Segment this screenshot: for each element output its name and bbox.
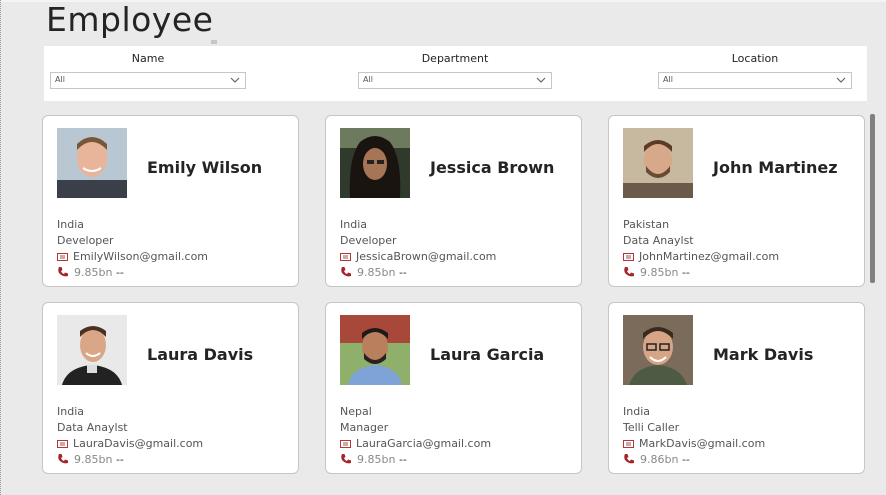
chevron-down-icon xyxy=(230,77,240,83)
employee-email[interactable]: LauraGarcia@gmail.com xyxy=(356,437,491,450)
employee-phone: 9.85bn xyxy=(74,266,113,279)
employee-phone-suffix: -- xyxy=(398,453,407,466)
filter-label: Location xyxy=(731,52,779,65)
employee-email-row: JohnMartinez@gmail.com xyxy=(623,250,779,263)
employee-card[interactable]: Jessica Brown India Developer JessicaBro… xyxy=(325,115,582,287)
chevron-down-icon xyxy=(536,77,546,83)
employee-email-row: JessicaBrown@gmail.com xyxy=(340,250,496,263)
employee-phone-suffix: -- xyxy=(115,266,124,279)
employee-email[interactable]: LauraDavis@gmail.com xyxy=(73,437,203,450)
employee-phone: 9.85bn xyxy=(357,453,396,466)
employee-country: India xyxy=(57,405,84,418)
employee-email-row: LauraGarcia@gmail.com xyxy=(340,437,491,450)
email-icon xyxy=(623,253,634,261)
filter-panel: Name All Department All Location All xyxy=(44,46,867,101)
employee-email[interactable]: MarkDavis@gmail.com xyxy=(639,437,765,450)
employee-country: Pakistan xyxy=(623,218,670,231)
employee-email-row: MarkDavis@gmail.com xyxy=(623,437,765,450)
employee-card[interactable]: Mark Davis India Telli Caller MarkDavis@… xyxy=(608,302,865,474)
employee-card[interactable]: Laura Garcia Nepal Manager LauraGarcia@g… xyxy=(325,302,582,474)
employee-name: Laura Davis xyxy=(147,345,254,364)
phone-icon xyxy=(341,267,351,277)
employee-phone: 9.85bn xyxy=(74,453,113,466)
scrollbar[interactable] xyxy=(870,114,875,283)
dropdown-value: All xyxy=(663,75,673,84)
employee-email-row: LauraDavis@gmail.com xyxy=(57,437,203,450)
filter-label: Name xyxy=(131,52,165,65)
employee-photo xyxy=(57,128,127,198)
employee-photo xyxy=(340,128,410,198)
email-icon xyxy=(340,253,351,261)
employee-department: Data Anaylst xyxy=(623,234,694,247)
employee-department: Developer xyxy=(57,234,114,247)
dropdown-value: All xyxy=(363,75,373,84)
page-title: Employee xyxy=(46,0,214,39)
employee-phone-suffix: -- xyxy=(398,266,407,279)
employee-phone: 9.85bn xyxy=(640,266,679,279)
employee-name: John Martinez xyxy=(713,158,838,177)
employee-country: Nepal xyxy=(340,405,372,418)
employee-phone: 9.85bn xyxy=(357,266,396,279)
filter-location: Location All xyxy=(652,46,858,101)
employee-name: Mark Davis xyxy=(713,345,814,364)
phone-icon xyxy=(624,267,634,277)
chevron-down-icon xyxy=(836,77,846,83)
email-icon xyxy=(57,253,68,261)
location-dropdown[interactable]: All xyxy=(658,72,852,89)
phone-icon xyxy=(58,454,68,464)
employee-phone-row: 9.85bn -- xyxy=(340,266,407,279)
email-icon xyxy=(623,440,634,448)
employee-email-row: EmilyWilson@gmail.com xyxy=(57,250,208,263)
canvas-left-border xyxy=(0,0,2,495)
dropdown-value: All xyxy=(55,75,65,84)
employee-department: Manager xyxy=(340,421,389,434)
email-icon xyxy=(340,440,351,448)
filter-label: Department xyxy=(421,52,489,65)
employee-name: Emily Wilson xyxy=(147,158,263,177)
filter-department: Department All xyxy=(352,46,558,101)
employee-phone-row: 9.85bn -- xyxy=(57,266,124,279)
employee-card[interactable]: John Martinez Pakistan Data Anaylst John… xyxy=(608,115,865,287)
name-dropdown[interactable]: All xyxy=(50,72,246,89)
employee-department: Data Anaylst xyxy=(57,421,128,434)
email-icon xyxy=(57,440,68,448)
employee-phone-suffix: -- xyxy=(681,453,690,466)
employee-card[interactable]: Emily Wilson India Developer EmilyWilson… xyxy=(42,115,299,287)
employee-email[interactable]: JessicaBrown@gmail.com xyxy=(356,250,496,263)
employee-phone-row: 9.86bn -- xyxy=(623,453,690,466)
employee-country: India xyxy=(623,405,650,418)
employee-phone-row: 9.85bn -- xyxy=(340,453,407,466)
employee-phone-suffix: -- xyxy=(115,453,124,466)
employee-phone: 9.86bn xyxy=(640,453,679,466)
employee-department: Telli Caller xyxy=(623,421,680,434)
employee-email[interactable]: EmilyWilson@gmail.com xyxy=(73,250,208,263)
phone-icon xyxy=(58,267,68,277)
phone-icon xyxy=(624,454,634,464)
employee-photo xyxy=(623,128,693,198)
employee-email[interactable]: JohnMartinez@gmail.com xyxy=(639,250,779,263)
employee-photo xyxy=(623,315,693,385)
visual-resize-handle[interactable] xyxy=(211,40,217,44)
employee-country: India xyxy=(340,218,367,231)
employee-phone-row: 9.85bn -- xyxy=(623,266,690,279)
employee-phone-row: 9.85bn -- xyxy=(57,453,124,466)
employee-photo xyxy=(340,315,410,385)
employee-name: Laura Garcia xyxy=(430,345,545,364)
employee-name: Jessica Brown xyxy=(430,158,555,177)
employee-card[interactable]: Laura Davis India Data Anaylst LauraDavi… xyxy=(42,302,299,474)
phone-icon xyxy=(341,454,351,464)
employee-country: India xyxy=(57,218,84,231)
employee-photo xyxy=(57,315,127,385)
employee-department: Developer xyxy=(340,234,397,247)
department-dropdown[interactable]: All xyxy=(358,72,552,89)
employee-phone-suffix: -- xyxy=(681,266,690,279)
filter-name: Name All xyxy=(44,46,252,101)
